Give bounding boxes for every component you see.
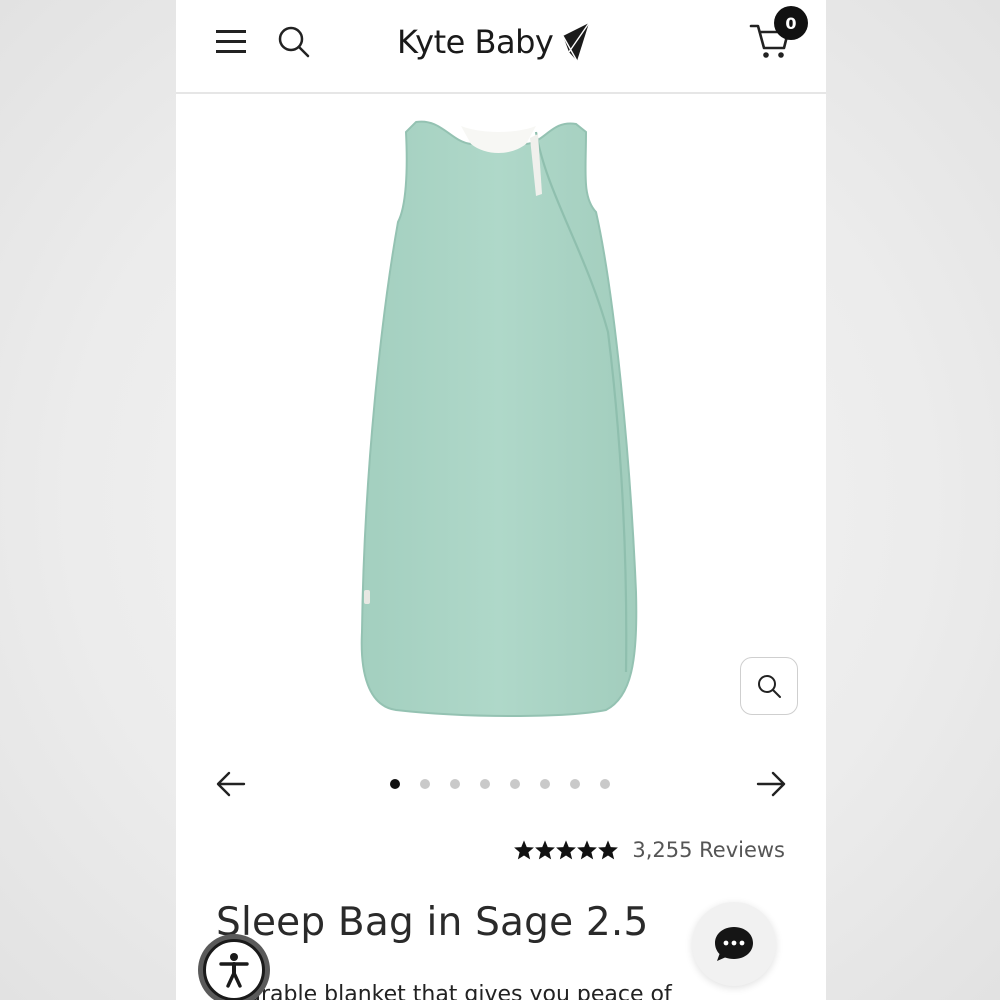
slide-dot[interactable]	[390, 779, 400, 789]
star-icon	[535, 840, 556, 860]
star-icon	[556, 840, 577, 860]
product-rating[interactable]: 3,255 Reviews	[513, 838, 785, 862]
kite-logo-icon	[562, 22, 590, 62]
search-icon[interactable]	[276, 24, 312, 60]
accessibility-button[interactable]	[198, 934, 270, 1000]
arrow-right-icon[interactable]	[754, 768, 788, 800]
slide-dot[interactable]	[570, 779, 580, 789]
accessibility-person-icon	[219, 953, 249, 988]
star-icon	[598, 840, 619, 860]
star-icon	[514, 840, 535, 860]
star-icon	[577, 840, 598, 860]
slide-dot[interactable]	[480, 779, 490, 789]
product-image[interactable]	[346, 112, 666, 722]
slide-indicator	[390, 779, 630, 791]
site-header: Kyte Baby 0	[176, 0, 826, 94]
chat-bubble-icon	[715, 927, 753, 961]
slide-dot[interactable]	[540, 779, 550, 789]
product-title: Sleep Bag in Sage 2.5	[216, 900, 649, 945]
logo-text: Kyte Baby	[397, 23, 554, 61]
mobile-page: Kyte Baby 0 3,255 Reviews Sleep Bag in S…	[176, 0, 826, 1000]
slide-dot[interactable]	[510, 779, 520, 789]
slide-dot[interactable]	[600, 779, 610, 789]
hamburger-menu-icon[interactable]	[214, 26, 248, 56]
cart-count-badge: 0	[774, 6, 808, 40]
chat-button[interactable]	[692, 902, 776, 986]
slide-dot[interactable]	[420, 779, 430, 789]
reviews-count[interactable]: 3,255 Reviews	[632, 838, 785, 862]
product-description: wearable blanket that gives you peace of	[216, 982, 672, 1000]
brand-logo[interactable]: Kyte Baby	[397, 20, 593, 64]
star-rating	[513, 839, 619, 861]
arrow-left-icon[interactable]	[214, 768, 248, 800]
zoom-search-icon	[758, 675, 781, 698]
zoom-button[interactable]	[740, 657, 798, 715]
slide-dot[interactable]	[450, 779, 460, 789]
